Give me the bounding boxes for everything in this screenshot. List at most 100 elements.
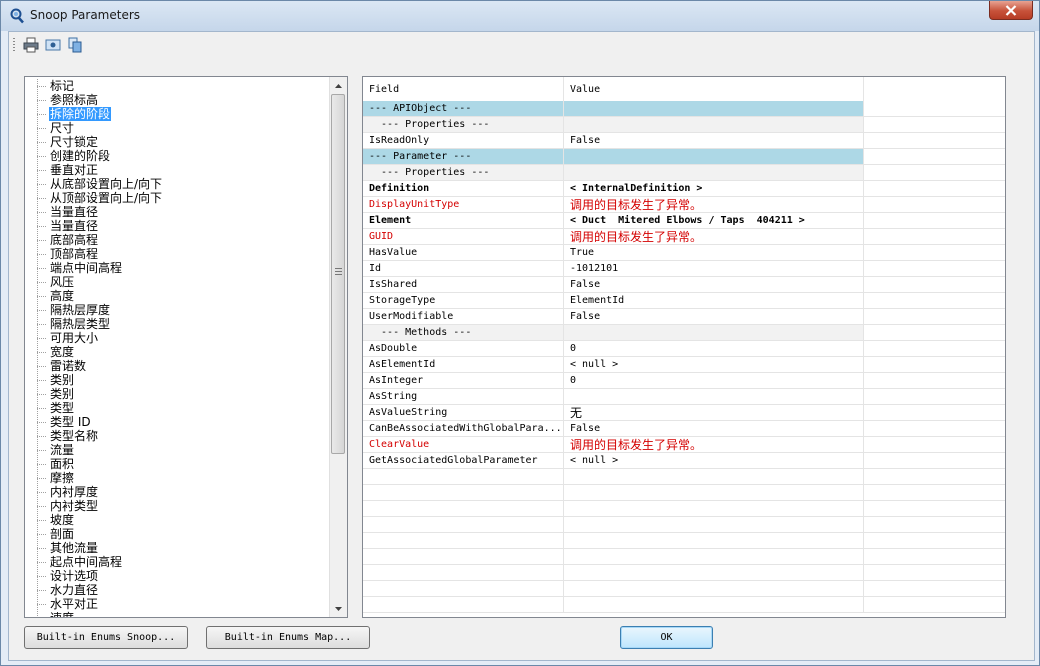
tree-item[interactable]: 风压	[25, 275, 328, 289]
tree-item[interactable]: 类型	[25, 401, 328, 415]
grid-row[interactable]: --- APIObject ---	[363, 101, 1005, 117]
grid-row[interactable]: AsInteger 0	[363, 373, 1005, 389]
tree-item[interactable]: 隔热层类型	[25, 317, 328, 331]
grid-row[interactable]: AsValueString 无	[363, 405, 1005, 421]
close-button[interactable]	[989, 1, 1033, 20]
grid-row[interactable]: Id -1012101	[363, 261, 1005, 277]
tree-item[interactable]: 面积	[25, 457, 328, 471]
empty-cell	[864, 469, 1005, 485]
tree-item[interactable]: 标记	[25, 79, 328, 93]
tree-item[interactable]: 水力直径	[25, 583, 328, 597]
parameter-grid[interactable]: Field Value --- APIObject --- --- Proper…	[362, 76, 1006, 618]
tree-item[interactable]: 可用大小	[25, 331, 328, 345]
title-bar[interactable]: Snoop Parameters	[1, 1, 1039, 31]
tree-item[interactable]: 从底部设置向上/向下	[25, 177, 328, 191]
enums-snoop-button[interactable]: Built-in Enums Snoop...	[24, 626, 188, 649]
tree-item[interactable]: 底部高程	[25, 233, 328, 247]
enums-map-button[interactable]: Built-in Enums Map...	[206, 626, 370, 649]
tree-item[interactable]: 类别	[25, 387, 328, 401]
tree-item[interactable]: 端点中间高程	[25, 261, 328, 275]
empty-cell	[363, 533, 564, 549]
grid-row[interactable]: HasValue True	[363, 245, 1005, 261]
tree-item[interactable]: 其他流量	[25, 541, 328, 555]
tree-item[interactable]: 尺寸锁定	[25, 135, 328, 149]
grid-row[interactable]: --- Methods ---	[363, 325, 1005, 341]
grid-row[interactable]: AsString	[363, 389, 1005, 405]
filler-cell	[864, 133, 1005, 149]
grid-row[interactable]: --- Properties ---	[363, 165, 1005, 181]
field-cell: ClearValue	[363, 437, 564, 453]
grid-row[interactable]: ClearValue 调用的目标发生了异常。	[363, 437, 1005, 453]
toolbar-grip[interactable]	[13, 38, 15, 52]
tree-item-label: 类型名称	[50, 429, 99, 443]
tree-item[interactable]: 水平对正	[25, 597, 328, 611]
scroll-thumb[interactable]	[331, 94, 345, 454]
tree-item[interactable]: 从顶部设置向上/向下	[25, 191, 328, 205]
toolbar	[11, 34, 311, 56]
print-preview-icon[interactable]	[45, 37, 61, 53]
filler-cell	[864, 277, 1005, 293]
tree-item-label: 参照标高	[50, 93, 99, 107]
tree-connector	[37, 562, 47, 563]
tree-item[interactable]: 流量	[25, 443, 328, 457]
grid-row[interactable]: IsReadOnly False	[363, 133, 1005, 149]
tree-item[interactable]: 参照标高	[25, 93, 328, 107]
tree-item[interactable]: 类别	[25, 373, 328, 387]
tree-item-label: 标记	[50, 79, 75, 93]
filler-cell	[864, 405, 1005, 421]
empty-cell	[363, 469, 564, 485]
tree-item[interactable]: 拆除的阶段	[25, 107, 328, 121]
tree-vertical-scrollbar[interactable]	[329, 77, 347, 617]
tree-item[interactable]: 当量直径	[25, 205, 328, 219]
tree-item[interactable]: 速度	[25, 611, 328, 617]
tree-item[interactable]: 宽度	[25, 345, 328, 359]
tree-item[interactable]: 高度	[25, 289, 328, 303]
filler-cell	[864, 389, 1005, 405]
grid-row[interactable]: GUID 调用的目标发生了异常。	[363, 229, 1005, 245]
grid-row[interactable]: DisplayUnitType 调用的目标发生了异常。	[363, 197, 1005, 213]
copy-icon[interactable]	[67, 37, 83, 53]
grid-row[interactable]: GetAssociatedGlobalParameter < null >	[363, 453, 1005, 469]
tree-item[interactable]: 垂直对正	[25, 163, 328, 177]
tree-item[interactable]: 创建的阶段	[25, 149, 328, 163]
grid-row[interactable]: Element < Duct Mitered Elbows / Taps 4042…	[363, 213, 1005, 229]
print-icon[interactable]	[23, 37, 39, 53]
tree-item-label: 雷诺数	[50, 359, 87, 373]
tree-item[interactable]: 内衬类型	[25, 499, 328, 513]
grid-row[interactable]: CanBeAssociatedWithGlobalPara... False	[363, 421, 1005, 437]
grid-row[interactable]: AsDouble 0	[363, 341, 1005, 357]
tree-item[interactable]: 类型 ID	[25, 415, 328, 429]
tree-item[interactable]: 剖面	[25, 527, 328, 541]
scroll-down-button[interactable]	[330, 600, 347, 617]
empty-cell	[564, 597, 864, 613]
grid-row[interactable]: UserModifiable False	[363, 309, 1005, 325]
tree-connector	[37, 436, 47, 437]
scroll-up-button[interactable]	[330, 77, 347, 94]
parameter-tree[interactable]: 标记 参照标高 拆除的阶段 尺寸 尺寸锁定 创建的阶段 垂直对正 从底部设置向上/向下 从顶部设…	[24, 76, 348, 618]
ok-button[interactable]: OK	[620, 626, 713, 649]
tree-item[interactable]: 内衬厚度	[25, 485, 328, 499]
tree-item[interactable]: 类型名称	[25, 429, 328, 443]
tree-item[interactable]: 雷诺数	[25, 359, 328, 373]
column-header-filler	[864, 77, 1005, 101]
tree-item[interactable]: 起点中间高程	[25, 555, 328, 569]
tree-item[interactable]: 当量直径	[25, 219, 328, 233]
column-header-field[interactable]: Field	[363, 77, 564, 101]
grid-row[interactable]: --- Parameter ---	[363, 149, 1005, 165]
tree-item-label: 内衬厚度	[50, 485, 99, 499]
tree-item[interactable]: 尺寸	[25, 121, 328, 135]
grid-row[interactable]: Definition < InternalDefinition >	[363, 181, 1005, 197]
tree-item[interactable]: 隔热层厚度	[25, 303, 328, 317]
tree-item[interactable]: 顶部高程	[25, 247, 328, 261]
grid-row[interactable]: AsElementId < null >	[363, 357, 1005, 373]
column-header-value[interactable]: Value	[564, 77, 864, 101]
grid-row[interactable]: StorageType ElementId	[363, 293, 1005, 309]
empty-cell	[564, 517, 864, 533]
grid-row[interactable]: IsShared False	[363, 277, 1005, 293]
field-cell: StorageType	[363, 293, 564, 309]
tree-item[interactable]: 摩擦	[25, 471, 328, 485]
tree-item-label: 水力直径	[50, 583, 99, 597]
grid-row[interactable]: --- Properties ---	[363, 117, 1005, 133]
tree-item[interactable]: 设计选项	[25, 569, 328, 583]
tree-item[interactable]: 坡度	[25, 513, 328, 527]
